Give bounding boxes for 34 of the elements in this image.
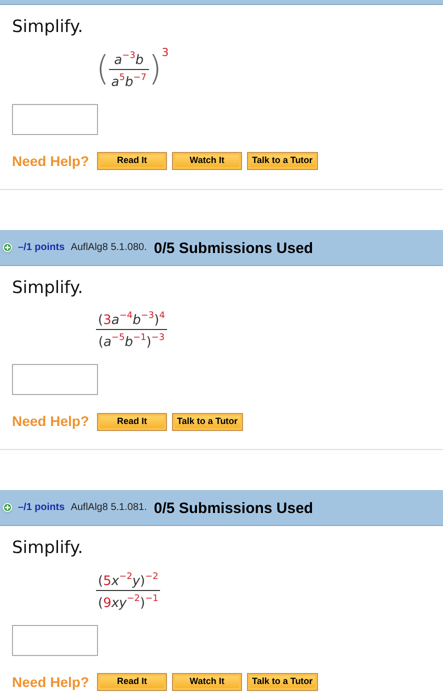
help-button[interactable]: Talk to a Tutor: [247, 152, 318, 170]
answer-field[interactable]: [12, 364, 98, 395]
need-help-label: Need Help?: [12, 152, 90, 171]
prompt-text: Simplify.: [12, 276, 84, 300]
numerator: a$^{−3}$b: [113, 50, 145, 68]
close-parenthesis: ): [148, 52, 162, 86]
need-help-label: Need Help?: [12, 412, 90, 431]
outer-exponent: 3: [162, 46, 169, 58]
prompt-text: Simplify.: [12, 16, 84, 39]
points-label: –/1 points: [18, 501, 65, 515]
help-button[interactable]: Read It: [97, 152, 168, 170]
points-label: –/1 points: [18, 240, 65, 254]
help-button[interactable]: Talk to a Tutor: [247, 673, 318, 691]
numerator: (5x$^{−2}$y)$^{−2}$: [97, 570, 160, 588]
help-button[interactable]: Watch It: [172, 673, 242, 691]
help-button[interactable]: Read It: [97, 412, 168, 430]
answer-field[interactable]: [12, 104, 98, 134]
submissions-used: 0/5 Submissions Used: [154, 238, 314, 259]
question-code: AuflAlg8 5.1.080.: [70, 240, 147, 254]
expand-icon[interactable]: [3, 242, 12, 252]
numerator: (3a$^{−4}$b$^{−3}$)$^{4}$: [97, 310, 166, 328]
need-help-label: Need Help?: [12, 672, 90, 692]
submissions-used: 0/5 Submissions Used: [154, 499, 314, 520]
question-code: AuflAlg8 5.1.081.: [70, 501, 147, 515]
expand-icon[interactable]: [3, 503, 12, 512]
prompt-text: Simplify.: [12, 537, 84, 560]
help-button[interactable]: Read It: [97, 673, 168, 691]
denominator: a$^{5}$b$^{−7}$: [110, 72, 148, 90]
denominator: (9xy$^{−2}$)$^{−1}$: [97, 592, 160, 610]
help-button[interactable]: Talk to a Tutor: [172, 412, 243, 430]
open-parenthesis: (: [96, 52, 110, 86]
denominator: (a$^{−5}$b$^{−1}$)$^{−3}$: [97, 332, 166, 350]
answer-field[interactable]: [12, 624, 98, 656]
help-button[interactable]: Watch It: [172, 152, 242, 170]
